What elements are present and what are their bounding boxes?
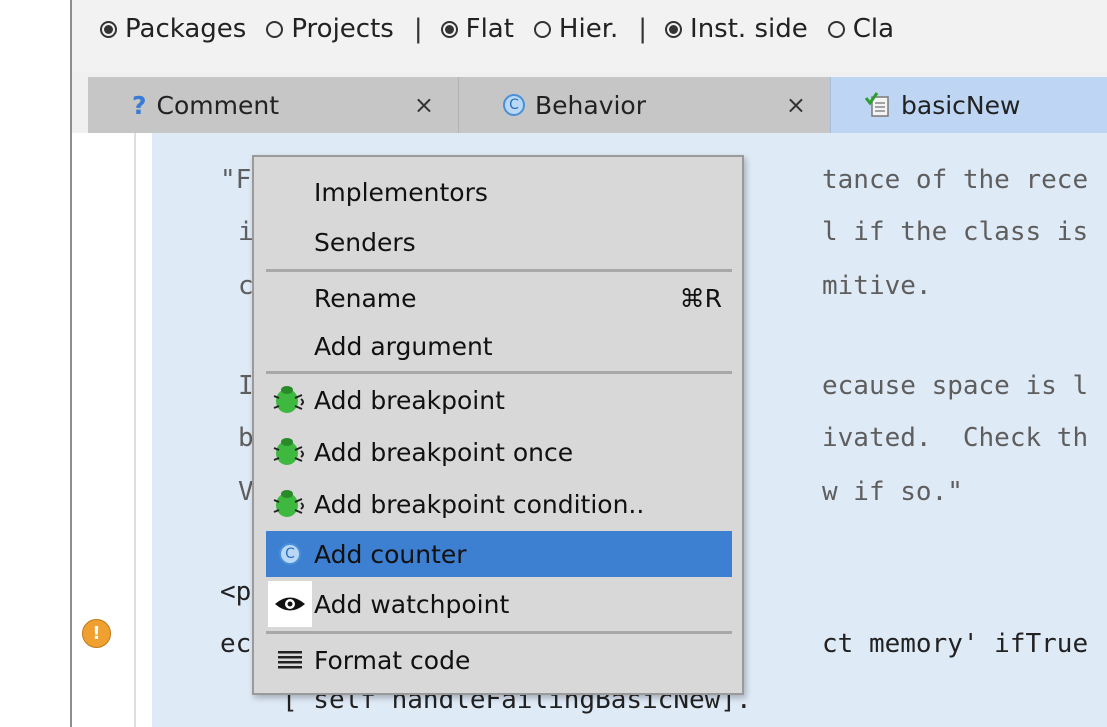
tab-comment[interactable]: ? Comment × — [88, 77, 458, 133]
radio-projects[interactable]: Projects — [266, 14, 394, 44]
radio-label: Projects — [291, 14, 394, 44]
code-line: <p — [220, 577, 252, 607]
code-line: ecause space is l — [822, 371, 1089, 401]
radio-dot — [533, 20, 551, 38]
menu-item-format-code[interactable]: Format code — [266, 637, 732, 683]
menu-item-add-watchpoint[interactable]: Add watchpoint — [266, 581, 732, 627]
menu-item-add-counter[interactable]: C Add counter — [266, 531, 732, 577]
tab-label: Behavior — [535, 90, 647, 120]
menu-item-label: Add breakpoint once — [314, 437, 574, 467]
counter-icon: C — [268, 531, 312, 577]
radio-dot-selected — [100, 20, 117, 38]
editor-tabs: ? Comment × C Behavior × basicNew — [88, 77, 1107, 133]
tab-basicnew[interactable]: basicNew — [830, 77, 1107, 133]
menu-separator — [266, 371, 732, 374]
tab-behavior[interactable]: C Behavior × — [458, 77, 830, 133]
radio-row: Packages Projects | Flat Hier. | Inst. s… — [100, 14, 914, 44]
bug-icon — [268, 481, 312, 527]
radio-label: Cla — [852, 14, 895, 44]
menu-separator — [266, 631, 732, 634]
radio-dot-selected — [665, 20, 683, 38]
code-line: tance of the rece — [822, 165, 1089, 195]
format-lines-icon — [268, 637, 312, 683]
scope-toolbar: Packages Projects | Flat Hier. | Inst. s… — [72, 0, 1107, 72]
menu-item-label: Add argument — [314, 331, 493, 361]
menu-item-senders[interactable]: Senders — [266, 219, 732, 265]
radio-hier[interactable]: Hier. — [533, 14, 619, 44]
radio-packages[interactable]: Packages — [100, 14, 246, 44]
menu-item-add-breakpoint-condition[interactable]: Add breakpoint condition.. — [266, 481, 732, 527]
toolbar-separator: | — [638, 14, 648, 44]
eye-icon — [268, 581, 312, 627]
method-checked-icon — [865, 92, 891, 118]
close-icon[interactable]: × — [786, 91, 806, 119]
radio-label: Packages — [125, 14, 247, 44]
toolbar-separator: | — [413, 14, 423, 44]
menu-item-add-argument[interactable]: Add argument — [266, 323, 732, 369]
menu-item-label: Format code — [314, 645, 471, 675]
radio-dot-selected — [440, 20, 458, 38]
menu-item-label: Implementors — [314, 177, 488, 207]
close-icon[interactable]: × — [414, 91, 434, 119]
code-line: l if the class is — [822, 217, 1089, 247]
menu-item-label: Add breakpoint condition.. — [314, 489, 645, 519]
editor-gutter: ! — [72, 133, 136, 727]
radio-dot — [266, 20, 284, 38]
question-mark-icon: ? — [132, 90, 147, 120]
bug-icon — [268, 377, 312, 423]
tab-label: Comment — [156, 90, 280, 120]
menu-item-implementors[interactable]: Implementors — [266, 169, 732, 215]
menu-item-add-breakpoint[interactable]: Add breakpoint — [266, 377, 732, 423]
radio-class-side[interactable]: Cla — [827, 14, 895, 44]
code-line: ec — [220, 629, 252, 659]
warning-icon[interactable]: ! — [82, 619, 111, 648]
menu-item-label: Add counter — [314, 539, 467, 569]
menu-item-label: Senders — [314, 227, 416, 257]
class-c-icon: C — [503, 94, 525, 116]
menu-item-label: Rename — [314, 283, 417, 313]
menu-item-label: Add breakpoint — [314, 385, 505, 415]
tab-label: basicNew — [901, 90, 1021, 120]
code-line: w if so." — [822, 477, 963, 507]
code-line: ivated. Check th — [822, 423, 1089, 453]
code-line: "F — [220, 165, 252, 195]
code-line: ct memory' ifTrue — [822, 629, 1089, 659]
radio-dot — [827, 20, 845, 38]
bug-icon — [268, 429, 312, 475]
radio-flat[interactable]: Flat — [440, 14, 514, 44]
code-line: mitive. — [822, 271, 932, 301]
shortcut-label: ⌘R — [679, 283, 722, 313]
radio-label: Hier. — [558, 14, 619, 44]
radio-label: Inst. side — [690, 14, 808, 44]
context-menu: Implementors Senders Rename ⌘R Add argum… — [252, 155, 744, 695]
radio-inst-side[interactable]: Inst. side — [665, 14, 808, 44]
menu-item-add-breakpoint-once[interactable]: Add breakpoint once — [266, 429, 732, 475]
menu-item-rename[interactable]: Rename ⌘R — [266, 275, 732, 321]
menu-item-label: Add watchpoint — [314, 589, 510, 619]
menu-separator — [266, 269, 732, 272]
left-margin — [0, 0, 70, 727]
radio-label: Flat — [465, 14, 514, 44]
